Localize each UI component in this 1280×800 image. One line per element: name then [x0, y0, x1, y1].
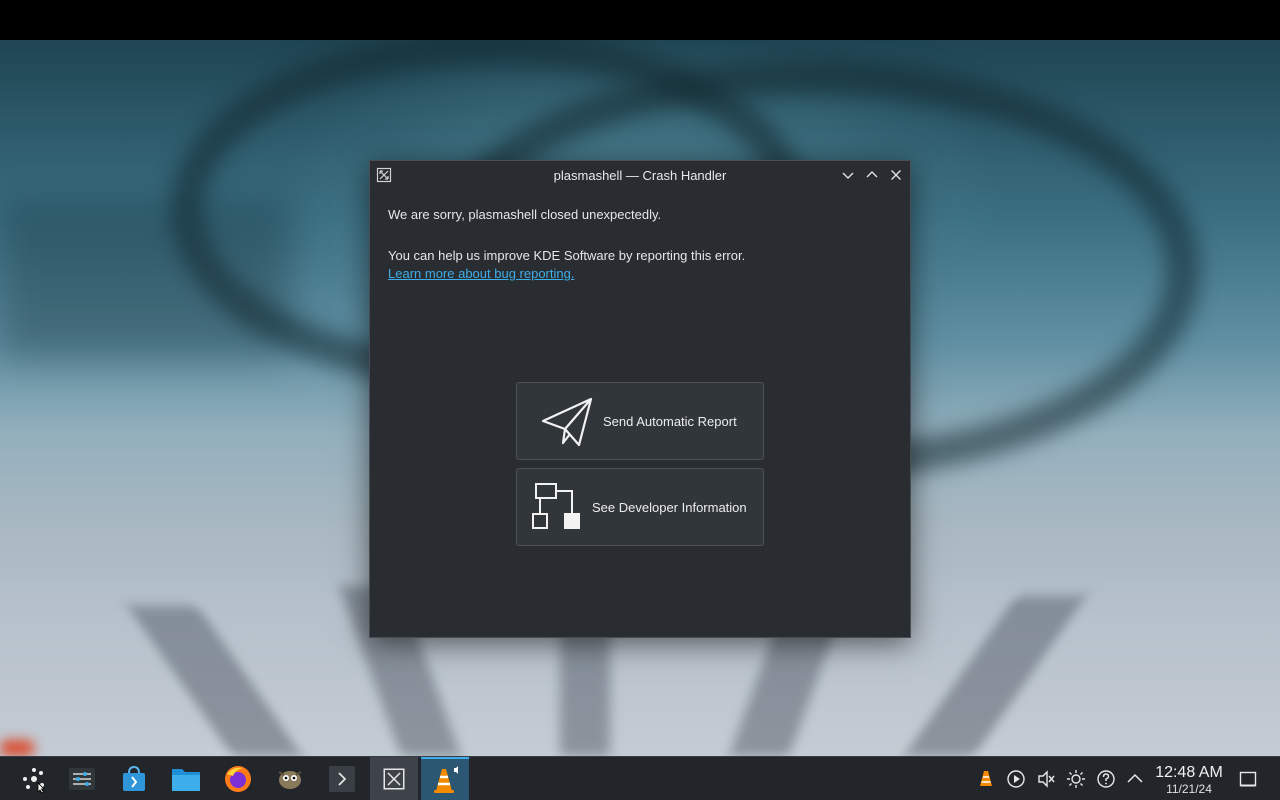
vlc-task[interactable]	[421, 757, 469, 800]
brightness-icon[interactable]	[1066, 769, 1086, 789]
developer-info-label: See Developer Information	[592, 500, 747, 515]
terminal-icon	[329, 766, 355, 792]
clock-time: 12:48 AM	[1155, 764, 1223, 781]
digital-clock[interactable]: 12:48 AM 11/21/24	[1150, 764, 1228, 797]
firefox-launcher[interactable]	[214, 757, 262, 800]
discover-store-icon	[123, 765, 145, 791]
help-icon[interactable]	[1096, 769, 1116, 789]
file-manager-icon	[172, 769, 200, 791]
minimize-icon[interactable]	[840, 167, 856, 183]
gimp-launcher[interactable]	[266, 757, 314, 800]
screen-top-bar	[0, 0, 1280, 40]
media-player-icon[interactable]	[1006, 769, 1026, 789]
window-title: plasmashell — Crash Handler	[553, 168, 727, 183]
paper-plane-icon	[541, 397, 593, 447]
taskbar: 12:48 AM 11/21/24	[0, 756, 1280, 800]
tray-expand-icon[interactable]	[1125, 769, 1145, 789]
discover-launcher[interactable]	[110, 757, 158, 800]
application-launcher-icon	[23, 768, 45, 793]
crash-handler-task-icon	[383, 768, 405, 790]
clock-date: 11/21/24	[1166, 782, 1212, 796]
help-text: You can help us improve KDE Software by …	[388, 248, 746, 263]
crash-handler-task[interactable]	[370, 757, 418, 800]
maximize-icon[interactable]	[864, 167, 880, 183]
gimp-icon	[278, 771, 302, 789]
send-report-label: Send Automatic Report	[603, 414, 737, 429]
file-manager-launcher[interactable]	[162, 757, 210, 800]
learn-more-link[interactable]: Learn more about bug reporting.	[388, 266, 574, 281]
window-titlebar[interactable]: plasmashell — Crash Handler	[370, 161, 910, 189]
see-developer-information-button[interactable]: See Developer Information	[516, 468, 764, 546]
application-launcher[interactable]	[10, 757, 58, 800]
flowchart-icon	[532, 483, 580, 529]
close-icon[interactable]	[888, 167, 904, 183]
crash-handler-window: plasmashell — Crash Handler We are sorry…	[369, 160, 911, 638]
vlc-tray-icon[interactable]	[976, 769, 996, 789]
firefox-icon	[225, 766, 251, 792]
show-desktop-icon[interactable]	[1238, 769, 1258, 789]
send-automatic-report-button[interactable]: Send Automatic Report	[516, 382, 764, 460]
system-settings-launcher[interactable]	[58, 757, 106, 800]
volume-muted-icon[interactable]	[1036, 769, 1056, 789]
crash-message: We are sorry, plasmashell closed unexpec…	[388, 207, 662, 222]
terminal-launcher[interactable]	[318, 757, 366, 800]
vlc-task-icon	[434, 766, 458, 793]
system-settings-icon	[69, 768, 95, 790]
